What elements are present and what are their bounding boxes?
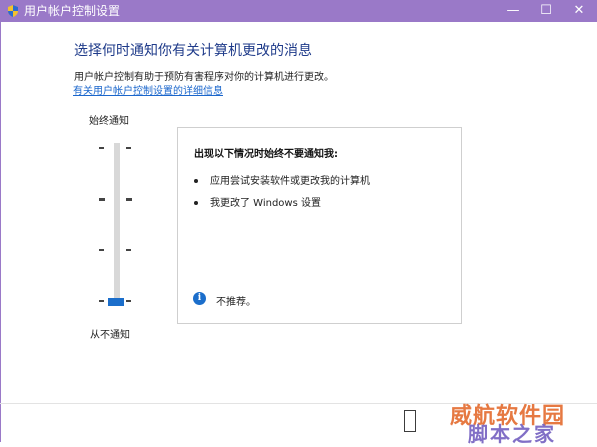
page-heading: 选择何时通知你有关计算机更改的消息 [74,43,312,59]
info-panel: 出现以下情况时始终不要通知我: 应用尝试安装软件或更改我的计算机 我更改了 Wi… [177,127,462,324]
panel-title: 出现以下情况时始终不要通知我: [194,149,338,160]
watermark-line2: 脚本之家 [468,422,556,446]
window-frame-left [0,22,1,442]
bullet-dot [194,201,198,205]
slider-bottom-label: 从不通知 [90,330,130,341]
recommendation-text: 不推荐。 [216,297,256,308]
close-button[interactable]: ✕ [564,0,594,22]
bullet-text: 应用尝试安装软件或更改我的计算机 [210,176,370,187]
slider-tick-2-right [126,198,132,201]
ok-button[interactable] [404,410,416,432]
slider-tick-4-right [126,300,131,302]
slider-tick-3-right [126,249,131,251]
list-item: 我更改了 Windows 设置 [194,194,321,209]
shield-icon [8,5,18,17]
slider-track[interactable] [114,143,120,305]
page-description: 用户帐户控制有助于预防有害程序对你的计算机进行更改。 [74,72,334,83]
slider-tick-4-left [99,300,104,302]
slider-tick-1-left [99,147,104,149]
maximize-button[interactable]: ☐ [531,0,561,22]
title-bar: 用户帐户控制设置 — ☐ ✕ [0,0,597,22]
window-title: 用户帐户控制设置 [24,4,121,18]
bullet-dot [194,179,198,183]
details-link[interactable]: 有关用户帐户控制设置的详细信息 [73,82,223,97]
list-item: 应用尝试安装软件或更改我的计算机 [194,172,370,187]
slider-tick-1-right [126,147,131,149]
slider-thumb[interactable] [108,298,124,306]
slider-tick-2-left [99,198,105,201]
minimize-button[interactable]: — [498,0,528,22]
slider-top-label: 始终通知 [89,116,129,127]
bullet-text: 我更改了 Windows 设置 [210,198,321,209]
slider-tick-3-left [99,249,104,251]
info-icon: i [193,292,206,305]
